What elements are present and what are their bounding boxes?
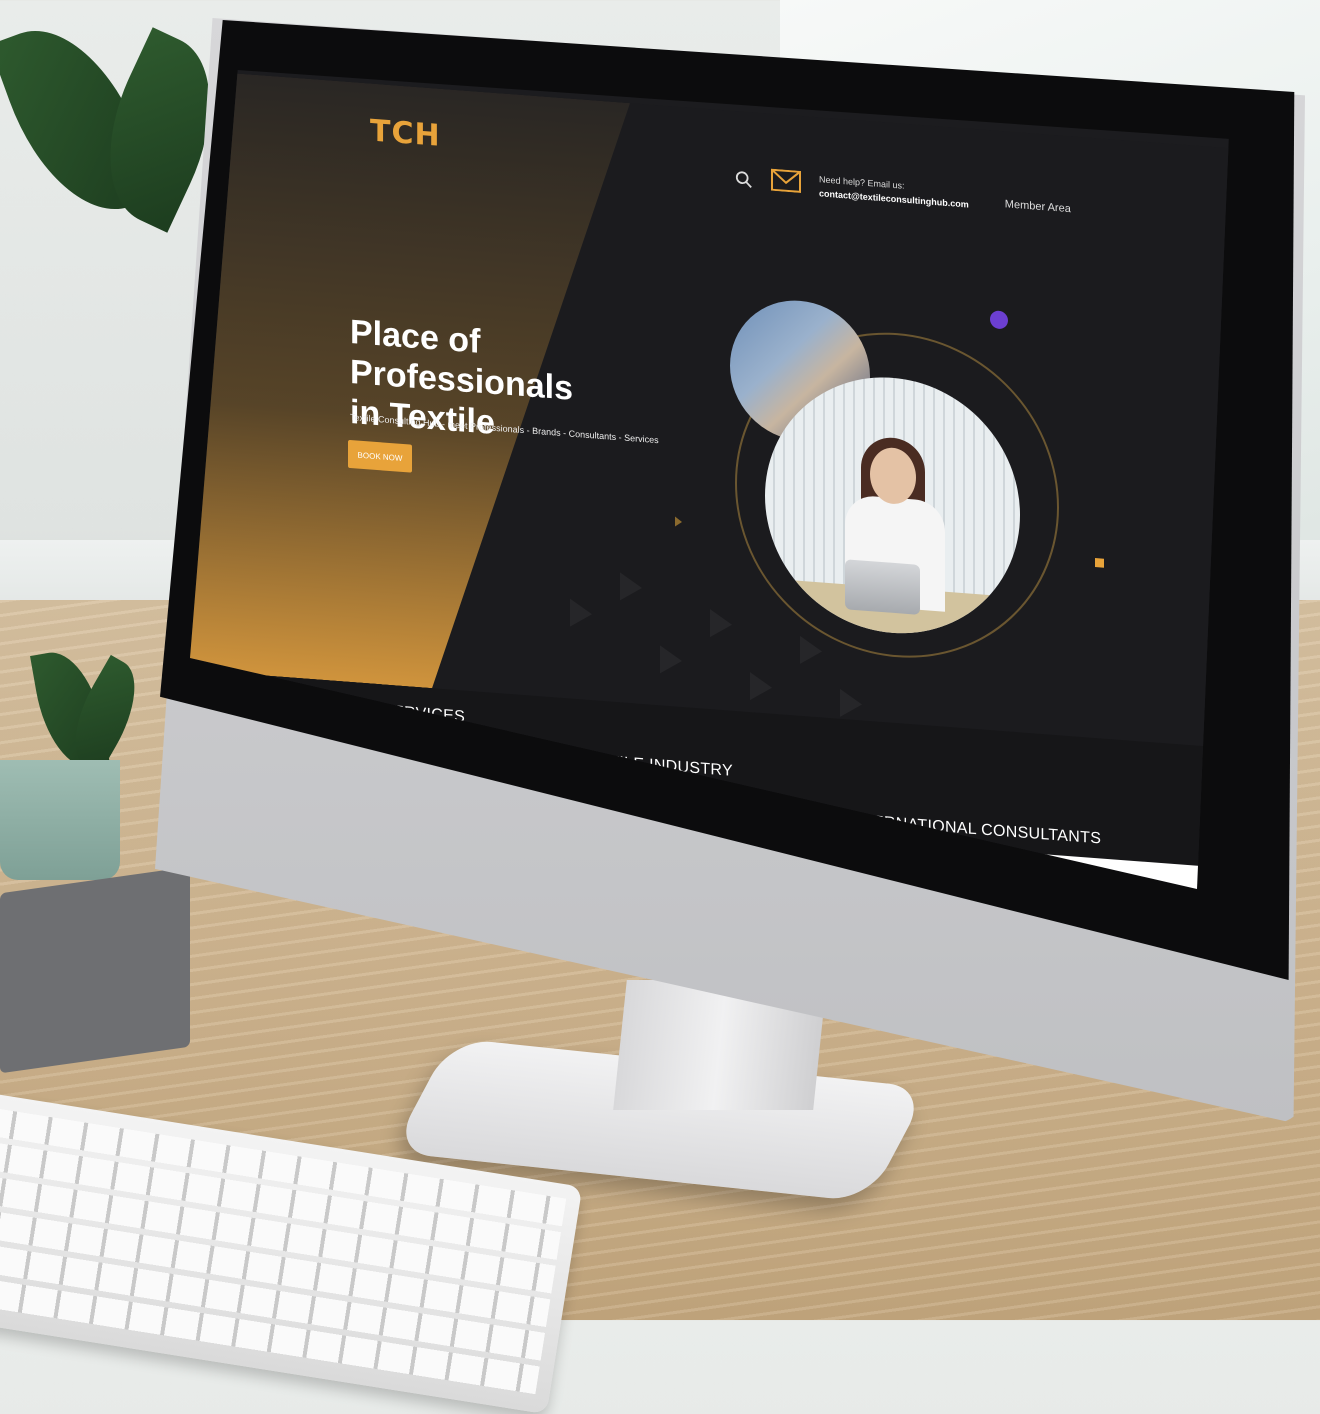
plant-pot [0,760,120,880]
orange-square-decoration [1095,558,1104,568]
felt-pouch [0,866,190,1074]
triangle-decoration [660,645,682,675]
triangle-decoration [800,635,822,666]
triangle-decoration [840,688,862,719]
triangle-decoration [620,572,642,602]
site-logo[interactable]: TCH [370,114,441,154]
member-area-link[interactable]: Member Area [1005,198,1071,215]
mail-icon [771,168,801,193]
triangle-decoration [750,672,772,702]
triangle-decoration [570,598,592,629]
arrow-marker-icon [675,516,682,527]
book-now-button[interactable]: BOOK NOW [348,439,412,473]
search-icon[interactable] [735,170,753,189]
triangle-decoration [710,609,732,639]
photo-laptop [845,559,920,615]
purple-dot-decoration [990,310,1008,330]
